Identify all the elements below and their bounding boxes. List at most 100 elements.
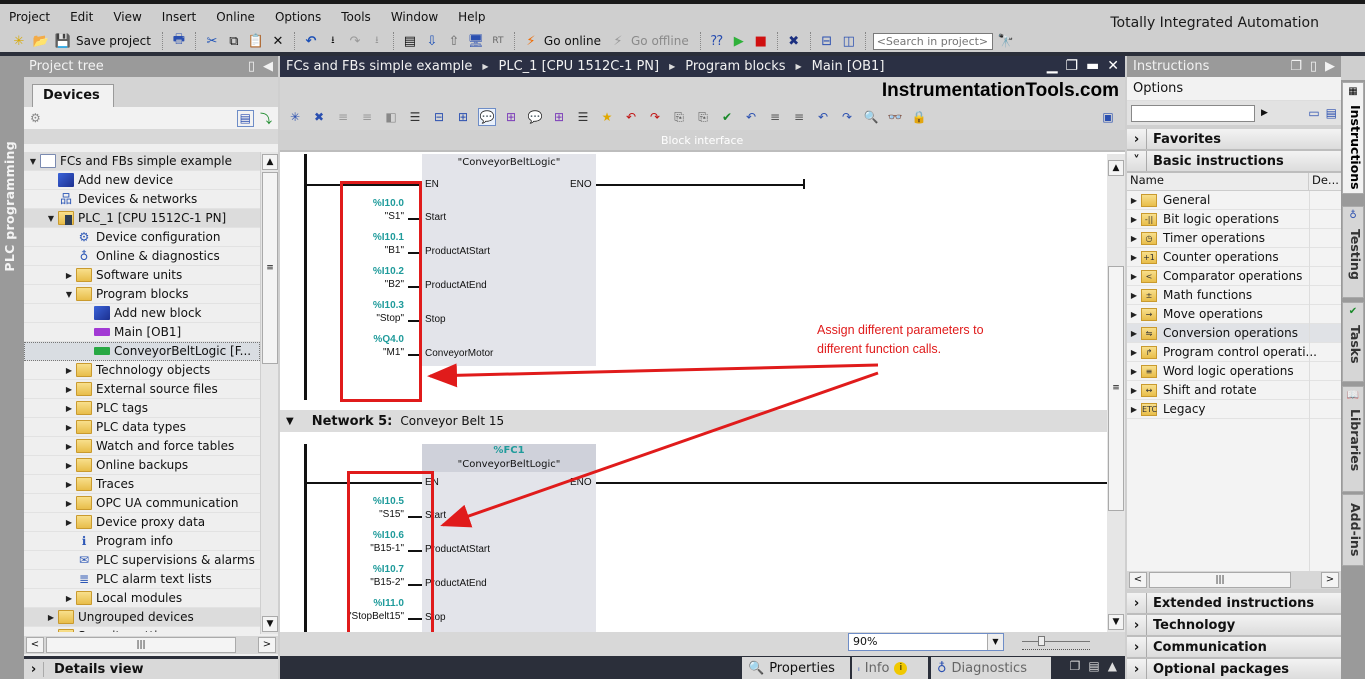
insert-row-icon[interactable]: ≡: [334, 108, 352, 126]
scroll-down-icon[interactable]: ▼: [262, 616, 278, 632]
paste-icon[interactable]: 📋: [247, 32, 265, 50]
menu-online[interactable]: Online: [213, 8, 258, 26]
project-tree-vscroll[interactable]: ▲ ≡ ▼: [260, 152, 278, 634]
expand-triangle-right-icon[interactable]: ▶: [1127, 291, 1141, 300]
insert-network-icon[interactable]: ✳: [286, 108, 304, 126]
expand-triangle-right-icon[interactable]: ▶: [1127, 253, 1141, 262]
open-project-icon[interactable]: 📂: [32, 32, 50, 50]
menu-tools[interactable]: Tools: [338, 8, 374, 26]
user-interface-icon[interactable]: ▣: [1099, 108, 1117, 126]
technology-pane[interactable]: › Technology: [1127, 615, 1341, 637]
tree-item[interactable]: ▶ Ungrouped devices: [24, 608, 260, 627]
block-interface-bar[interactable]: Block interface: [280, 130, 1125, 152]
binoculars-search-icon[interactable]: 🔭: [997, 32, 1015, 50]
float-icon[interactable]: ❐: [1065, 58, 1078, 74]
tab-info[interactable]: ᵢ Info i: [852, 657, 928, 679]
favorites-icon[interactable]: ⊞: [550, 108, 568, 126]
details-view-header[interactable]: › Details view: [24, 656, 278, 679]
expand-triangle-right-icon[interactable]: ▶: [64, 366, 74, 375]
expand-triangle-right-icon[interactable]: ▶: [46, 632, 56, 633]
tree-item[interactable]: ▶ Technology objects: [24, 361, 260, 380]
tab-libraries[interactable]: 📖 Libraries: [1342, 386, 1364, 492]
tree-item[interactable]: ▶ External source files: [24, 380, 260, 399]
layout-icon[interactable]: ▤: [1088, 659, 1099, 673]
tab-tasks[interactable]: ✔ Tasks: [1342, 302, 1364, 382]
scroll-down-icon[interactable]: ▼: [1108, 614, 1124, 630]
update-call-icon[interactable]: ✔: [718, 108, 736, 126]
remove-bookmark-icon[interactable]: ≡: [790, 108, 808, 126]
scroll-left-icon[interactable]: <: [1129, 572, 1147, 588]
go-offline-button[interactable]: Go offline: [631, 34, 689, 48]
instructions-hscroll[interactable]: < ||| >: [1127, 571, 1341, 589]
expand-triangle-down-icon[interactable]: ▼: [28, 157, 38, 166]
tree-item[interactable]: ▶ OPC UA communication: [24, 494, 260, 513]
tab-properties[interactable]: 🔍 Properties: [742, 657, 850, 679]
expand-triangle-right-icon[interactable]: ▶: [1127, 310, 1141, 319]
tree-item[interactable]: ▼ Program blocks: [24, 285, 260, 304]
download-to-device-icon[interactable]: ⇩: [423, 32, 441, 50]
cross-reference-icon[interactable]: ✖: [785, 32, 803, 50]
optional-packages-pane[interactable]: › Optional packages: [1127, 659, 1341, 679]
expand-triangle-right-icon[interactable]: ▶: [64, 480, 74, 489]
tree-item[interactable]: ▶ Device proxy data: [24, 513, 260, 532]
expand-triangle-right-icon[interactable]: ▶: [64, 461, 74, 470]
overview-icon[interactable]: ▤: [236, 109, 254, 127]
slider-knob[interactable]: [1038, 636, 1045, 646]
insert-favorite-icon[interactable]: ★: [598, 108, 616, 126]
expand-triangle-down-icon[interactable]: ▼: [46, 214, 56, 223]
jump-back-icon[interactable]: ↶: [814, 108, 832, 126]
block-open-icon[interactable]: ⎘: [694, 108, 712, 126]
tree-item[interactable]: ▶ Security settings: [24, 627, 260, 632]
expand-triangle-right-icon[interactable]: ▶: [1127, 234, 1141, 243]
simulate-icon[interactable]: 👓: [886, 108, 904, 126]
float-icon[interactable]: ❐: [1070, 659, 1081, 673]
breadcrumb-plc[interactable]: PLC_1 [CPU 1512C-1 PN]: [499, 59, 660, 74]
tab-instructions[interactable]: ▦ Instructions: [1342, 82, 1364, 194]
scroll-thumb[interactable]: ≡: [1108, 266, 1124, 511]
tree-item[interactable]: 品 Devices & networks: [24, 190, 260, 209]
breadcrumb-main-ob1[interactable]: Main [OB1]: [812, 59, 885, 74]
collapse-panel-icon[interactable]: ◀: [263, 59, 273, 74]
prev-bookmark-icon[interactable]: ↶: [742, 108, 760, 126]
go-offline-icon[interactable]: ⚡: [609, 32, 627, 50]
expand-triangle-right-icon[interactable]: ▶: [1127, 215, 1141, 224]
start-cpu-icon[interactable]: ▶: [730, 32, 748, 50]
scroll-up-icon[interactable]: ▲: [262, 154, 278, 170]
redo-dropdown-icon[interactable]: ⭳: [368, 32, 386, 50]
undo-icon[interactable]: ↶: [302, 32, 320, 50]
minimize-icon[interactable]: ▁: [1047, 58, 1058, 74]
tab-testing[interactable]: ♁ Testing: [1342, 206, 1364, 298]
tree-item[interactable]: ▶ Traces: [24, 475, 260, 494]
scroll-thumb[interactable]: |||: [46, 637, 236, 653]
save-icon[interactable]: 💾: [54, 32, 72, 50]
delete-icon[interactable]: ✕: [269, 32, 287, 50]
tree-item[interactable]: ▶ PLC tags: [24, 399, 260, 418]
col-name[interactable]: Name: [1127, 173, 1309, 190]
tree-item[interactable]: ♁ Online & diagnostics: [24, 247, 260, 266]
expand-triangle-right-icon[interactable]: ▶: [1127, 367, 1141, 376]
col-description[interactable]: De...: [1309, 173, 1339, 190]
tree-item[interactable]: ▶ Local modules: [24, 589, 260, 608]
expand-triangle-right-icon[interactable]: ▶: [64, 385, 74, 394]
expand-triangle-down-icon[interactable]: ▼: [64, 290, 74, 299]
zoom-slider[interactable]: [1022, 636, 1090, 650]
scroll-thumb[interactable]: |||: [1149, 572, 1291, 588]
jump-forward-icon[interactable]: ↷: [838, 108, 856, 126]
append-row-icon[interactable]: ≡: [358, 108, 376, 126]
monitor-icon[interactable]: 🔍: [862, 108, 880, 126]
options-arrow-icon[interactable]: ▶: [1261, 108, 1268, 118]
pin-panel-icon[interactable]: ▯: [248, 59, 255, 74]
synchronize-icon[interactable]: ⤵: [260, 110, 272, 127]
new-project-icon[interactable]: ✳: [10, 32, 28, 50]
tree-item[interactable]: ▶ Watch and force tables: [24, 437, 260, 456]
tree-item[interactable]: ▶ Online backups: [24, 456, 260, 475]
scroll-up-icon[interactable]: ▲: [1108, 160, 1124, 176]
tree-item[interactable]: ▼ FCs and FBs simple example: [24, 152, 260, 171]
editor-vscroll[interactable]: ▲ ≡ ▼: [1107, 154, 1125, 632]
scroll-left-icon[interactable]: <: [26, 637, 44, 653]
add-new-group-icon[interactable]: ⚙: [30, 111, 41, 125]
expand-triangle-right-icon[interactable]: ▶: [64, 499, 74, 508]
tree-item[interactable]: ✉ PLC supervisions & alarms: [24, 551, 260, 570]
save-project-button[interactable]: Save project: [76, 34, 151, 48]
print-icon[interactable]: 🖶: [170, 32, 188, 50]
